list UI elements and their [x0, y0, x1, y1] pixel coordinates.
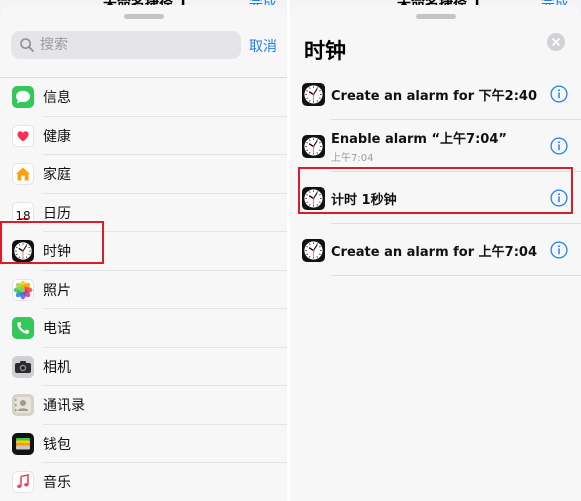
page-title: 时钟: [304, 39, 346, 63]
app-label: 相机: [43, 359, 71, 376]
app-item-clock[interactable]: 时钟: [0, 232, 287, 271]
search-input[interactable]: [40, 37, 230, 53]
phone-icon: [12, 317, 34, 340]
app-item-wallet[interactable]: 钱包: [0, 425, 287, 464]
close-icon: [552, 38, 560, 46]
calendar-day: 18: [15, 208, 31, 223]
cancel-button[interactable]: 取消: [249, 36, 277, 56]
app-label: 家庭: [43, 167, 71, 184]
action-title: Create an alarm for 上午7:04: [331, 244, 537, 260]
app-label: 信息: [43, 90, 71, 107]
close-button[interactable]: [547, 33, 565, 51]
sheet-grabber[interactable]: [415, 14, 456, 19]
clock-icon: [12, 240, 34, 262]
app-list: 信息 健康 家庭 18 日历 时钟 照片 电话 相机 通讯录 钱包 音乐: [0, 78, 287, 501]
info-icon[interactable]: [550, 85, 568, 103]
app-item-music[interactable]: 音乐: [0, 463, 287, 501]
home-icon: [12, 163, 34, 186]
app-item-calendar[interactable]: 18 日历: [0, 194, 287, 233]
app-item-camera[interactable]: 相机: [0, 348, 287, 387]
app-picker-sheet: 取消 信息 健康 家庭: [0, 5, 287, 501]
action-row-create-alarm-1440[interactable]: Create an alarm for 下午2:40: [290, 68, 581, 120]
contacts-icon: [12, 394, 34, 417]
app-picker-panel: 未命名捷径 1 完成 取消 信息 健康: [0, 0, 287, 501]
app-label: 照片: [43, 282, 71, 299]
app-item-health[interactable]: 健康: [0, 117, 287, 156]
clock-icon: [302, 239, 325, 262]
app-label: 钱包: [43, 436, 71, 453]
app-label: 日历: [43, 205, 71, 222]
info-icon[interactable]: [550, 137, 568, 155]
action-list: Create an alarm for 下午2:40 Enable alarm …: [290, 68, 581, 276]
clock-actions-sheet: 时钟 Create an alarm for 下午2:40 Enable ala…: [290, 5, 581, 501]
clock-actions-panel: 未命名捷径 1 完成 时钟 Create an alarm for 下午2:40: [290, 0, 581, 501]
search-icon: [20, 38, 34, 52]
action-title: Create an alarm for 下午2:40: [331, 88, 537, 104]
clock-icon: [302, 135, 325, 158]
action-row-timer[interactable]: 计时 1秒钟: [290, 172, 581, 224]
photos-icon: [12, 278, 34, 301]
app-item-contacts[interactable]: 通讯录: [0, 386, 287, 425]
clock-icon: [302, 187, 325, 210]
sheet-grabber[interactable]: [123, 14, 164, 19]
action-row-create-alarm-0704[interactable]: Create an alarm for 上午7:04: [290, 224, 581, 276]
music-icon: [12, 471, 34, 494]
app-item-phone[interactable]: 电话: [0, 309, 287, 348]
app-label: 电话: [43, 321, 71, 338]
search-bar[interactable]: [11, 31, 241, 59]
app-item-photos[interactable]: 照片: [0, 271, 287, 310]
app-label: 健康: [43, 128, 71, 145]
app-item-home[interactable]: 家庭: [0, 155, 287, 194]
app-label: 音乐: [43, 475, 71, 492]
app-label: 时钟: [43, 244, 71, 261]
app-item-messages[interactable]: 信息: [0, 78, 287, 117]
action-subtitle: 上午7:04: [331, 153, 374, 164]
action-title: Enable alarm “上午7:04”: [331, 132, 507, 147]
action-title: 计时 1秒钟: [331, 192, 397, 208]
calendar-icon: 18: [12, 201, 34, 224]
action-row-enable-alarm[interactable]: Enable alarm “上午7:04” 上午7:04: [290, 120, 581, 172]
messages-icon: [12, 86, 34, 109]
health-icon: [12, 124, 34, 147]
clock-icon: [302, 83, 325, 106]
wallet-icon: [12, 432, 34, 455]
app-label: 通讯录: [43, 398, 85, 415]
info-icon[interactable]: [550, 241, 568, 259]
info-icon[interactable]: [550, 189, 568, 207]
camera-icon: [12, 355, 34, 378]
